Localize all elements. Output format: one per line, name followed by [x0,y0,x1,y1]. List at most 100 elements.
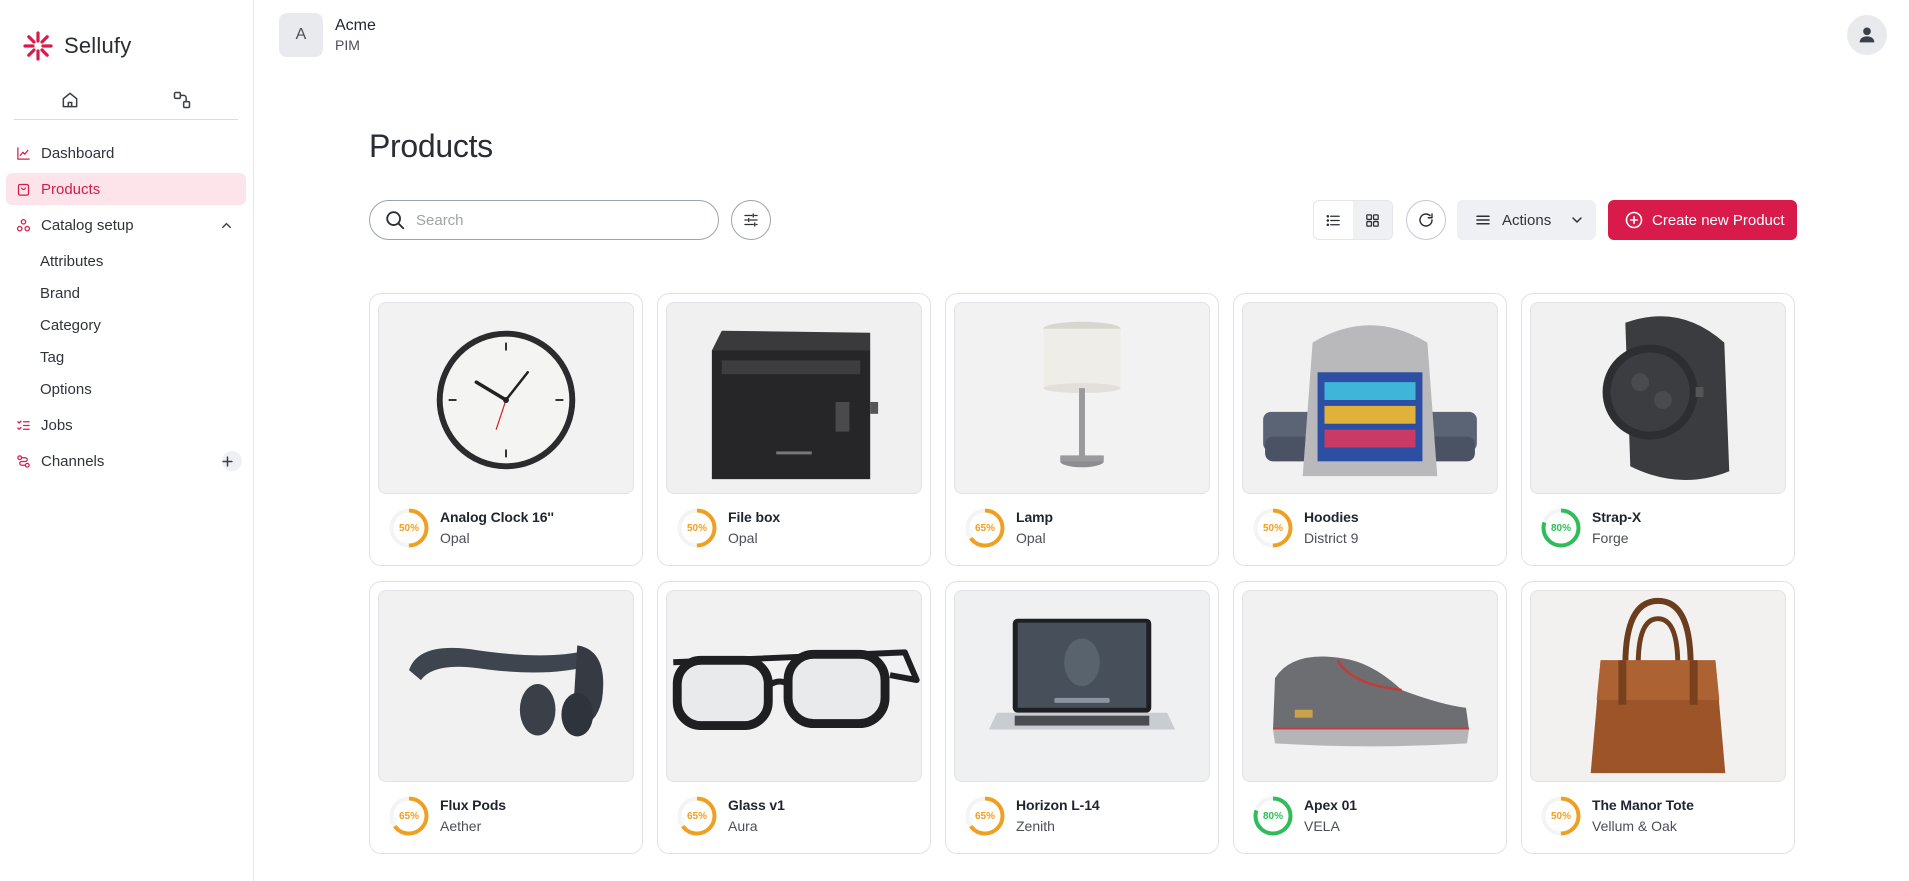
menu-icon [1476,215,1490,225]
product-card[interactable]: 50% The Manor Tote Vellum & Oak [1521,581,1795,854]
page-title: Products [369,128,493,164]
sidebar: Sellufy Dashboard Products Catalog setup… [0,0,254,881]
actions-dropdown[interactable]: Actions [1457,200,1596,240]
product-image [1242,302,1498,494]
chevron-up-icon[interactable] [222,217,240,234]
score-label: 50% [398,522,419,534]
sidebar-item-label: Channels [41,452,105,470]
product-brand: VELA [1304,818,1340,834]
completeness-score: 50% [1540,795,1582,837]
product-card[interactable]: 80% Strap-X Forge [1521,293,1795,566]
grid-icon [1366,213,1379,227]
user-menu-button[interactable] [1847,15,1887,55]
list-view-button[interactable] [1314,201,1353,239]
view-toggle [1313,200,1393,240]
product-grid: 50% Analog Clock 16'' Opal 50% File box … [369,293,1797,854]
user-icon [1859,27,1875,43]
create-product-button[interactable]: Create new Product [1608,200,1797,240]
product-name: Lamp [1016,509,1053,525]
product-name: Hoodies [1304,509,1359,525]
shapes-icon [16,218,31,231]
completeness-score: 65% [964,795,1006,837]
refresh-icon [1419,213,1433,227]
score-label: 50% [1550,810,1571,822]
score-label: 65% [974,522,995,534]
product-image [1530,590,1786,782]
product-image [666,590,922,782]
sidebar-tab-workflow[interactable] [126,80,238,119]
product-brand: Opal [1016,530,1046,546]
completeness-score: 80% [1540,507,1582,549]
sidebar-item-jobs[interactable]: Jobs [6,409,246,441]
product-brand: Vellum & Oak [1592,818,1677,834]
sidebar-item-channels[interactable]: Channels [6,445,246,477]
product-card[interactable]: 50% File box Opal [657,293,931,566]
sidebar-tab-home[interactable] [14,80,126,119]
sidebar-subitem-category[interactable]: Category [6,309,246,341]
filter-button[interactable] [731,200,771,240]
completeness-score: 50% [1252,507,1294,549]
lamp-image [955,303,1209,493]
product-card[interactable]: 80% Apex 01 VELA [1233,581,1507,854]
completeness-score: 50% [676,507,718,549]
refresh-button[interactable] [1406,200,1446,240]
product-card[interactable]: 65% Lamp Opal [945,293,1219,566]
workspace-switcher[interactable]: A Acme PIM [279,13,376,57]
sidebar-item-label: Jobs [41,416,73,434]
brand[interactable]: Sellufy [22,28,131,64]
search-input[interactable] [416,211,696,229]
sidebar-item-label: Dashboard [41,144,115,162]
clock-image [379,303,633,493]
product-brand: District 9 [1304,530,1359,546]
product-image [954,590,1210,782]
product-brand: Aether [440,818,482,834]
score-label: 50% [1262,522,1283,534]
product-name: Strap-X [1592,509,1642,525]
workspace-avatar: A [279,13,323,57]
product-card[interactable]: 65% Glass v1 Aura [657,581,931,854]
sliders-icon [744,213,758,227]
create-product-label: Create new Product [1652,211,1785,229]
product-brand: Aura [728,818,758,834]
product-card[interactable]: 65% Horizon L-14 Zenith [945,581,1219,854]
sidebar-subitem-brand[interactable]: Brand [6,277,246,309]
product-brand: Forge [1592,530,1629,546]
product-name: The Manor Tote [1592,797,1694,813]
completeness-score: 65% [964,507,1006,549]
sidebar-item-label: Products [41,180,101,198]
sellufy-logo-icon [23,31,53,61]
product-name: Flux Pods [440,797,506,813]
add-channel-button[interactable] [221,451,242,471]
search-box[interactable] [369,200,719,240]
score-label: 80% [1262,810,1283,822]
grid-view-button[interactable] [1353,201,1392,239]
product-name: Horizon L-14 [1016,797,1100,813]
sidebar-item-dashboard[interactable]: Dashboard [6,137,246,169]
sidebar-subitem-tag[interactable]: Tag [6,341,246,373]
sidebar-item-products[interactable]: Products [6,173,246,205]
sidebar-subitem-options[interactable]: Options [6,373,246,405]
completeness-score: 65% [676,795,718,837]
workspace-name: Acme [335,17,376,34]
product-card[interactable]: 65% Flux Pods Aether [369,581,643,854]
product-card[interactable]: 50% Hoodies District 9 [1233,293,1507,566]
product-image [378,590,634,782]
product-image [1242,590,1498,782]
sidebar-item-catalog-setup[interactable]: Catalog setup [6,209,246,241]
shopping-bag-icon [17,183,30,196]
actions-label: Actions [1502,211,1552,229]
product-card[interactable]: 50% Analog Clock 16'' Opal [369,293,643,566]
completeness-score: 65% [388,795,430,837]
sidebar-subitem-attributes[interactable]: Attributes [6,245,246,277]
score-label: 80% [1550,522,1571,534]
headphones-image [379,591,633,781]
completeness-score: 50% [388,507,430,549]
sidebar-nav: Dashboard Products Catalog setup Attribu… [6,137,246,481]
sidebar-item-label: Catalog setup [41,216,134,234]
plus-icon [221,455,233,467]
completeness-score: 80% [1252,795,1294,837]
score-label: 50% [686,522,707,534]
workspace-subtitle: PIM [335,37,360,53]
glasses-image [667,591,921,781]
home-icon [62,92,78,107]
